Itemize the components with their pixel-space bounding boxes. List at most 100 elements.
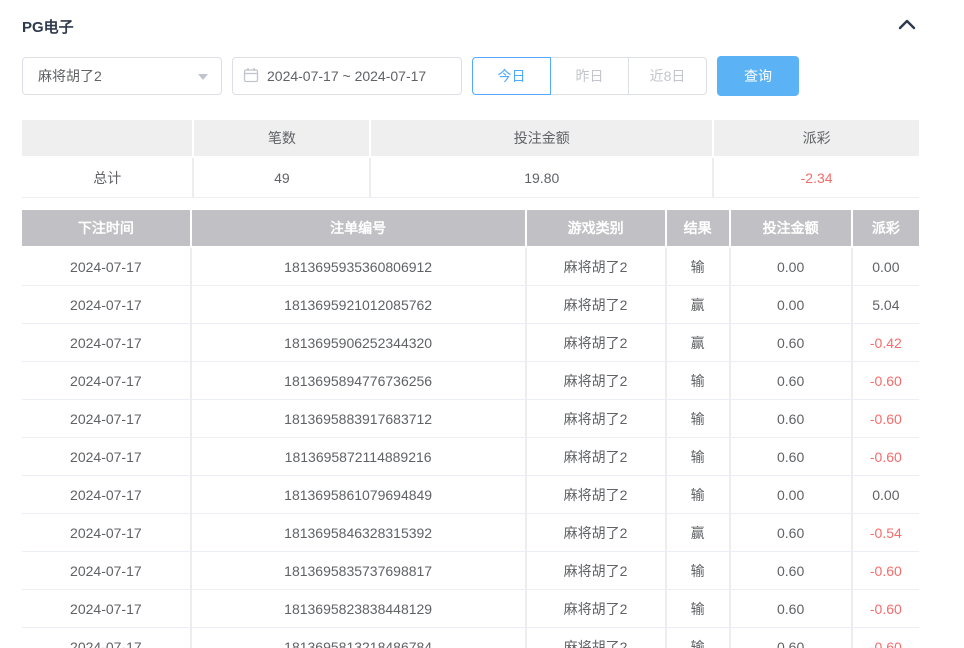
cell-bet-time: 2024-07-17 bbox=[22, 590, 190, 627]
cell-result: 输 bbox=[667, 438, 729, 475]
panel-header: PG电子 bbox=[22, 14, 919, 38]
cell-payout: -0.60 bbox=[853, 590, 919, 627]
summary-table: 笔数 投注金额 派彩 总计 49 19.80 -2.34 bbox=[22, 120, 919, 198]
records-table: 下注时间 注单编号 游戏类别 结果 投注金额 派彩 2024-07-171813… bbox=[22, 210, 919, 648]
summary-header-payout: 派彩 bbox=[714, 120, 919, 156]
records-header-payout: 派彩 bbox=[853, 210, 919, 246]
summary-total-row: 总计 49 19.80 -2.34 bbox=[22, 158, 919, 198]
cell-bet-time: 2024-07-17 bbox=[22, 400, 190, 437]
cell-order-no: 1813695935360806912 bbox=[192, 248, 525, 285]
cell-result: 输 bbox=[667, 590, 729, 627]
cell-bet-time: 2024-07-17 bbox=[22, 514, 190, 551]
cell-order-no: 1813695921012085762 bbox=[192, 286, 525, 323]
cell-bet-amount: 0.60 bbox=[731, 362, 851, 399]
cell-bet-time: 2024-07-17 bbox=[22, 324, 190, 361]
collapse-button[interactable] bbox=[895, 15, 919, 38]
table-row: 2024-07-171813695846328315392麻将胡了2赢0.60-… bbox=[22, 514, 919, 552]
cell-result: 输 bbox=[667, 362, 729, 399]
game-select[interactable]: 麻将胡了2 bbox=[22, 57, 222, 95]
cell-payout: -0.60 bbox=[853, 400, 919, 437]
cell-bet-time: 2024-07-17 bbox=[22, 286, 190, 323]
cell-bet-time: 2024-07-17 bbox=[22, 362, 190, 399]
summary-total-count: 49 bbox=[194, 158, 369, 197]
cell-bet-amount: 0.60 bbox=[731, 400, 851, 437]
pg-panel: PG电子 麻将胡了2 202 bbox=[0, 0, 964, 648]
cell-result: 输 bbox=[667, 400, 729, 437]
records-header-order-no: 注单编号 bbox=[192, 210, 525, 246]
last8days-button[interactable]: 近8日 bbox=[628, 57, 707, 95]
cell-payout: -0.54 bbox=[853, 514, 919, 551]
cell-game-type: 麻将胡了2 bbox=[527, 248, 665, 285]
search-button[interactable]: 查询 bbox=[717, 56, 799, 96]
cell-payout: -0.60 bbox=[853, 362, 919, 399]
cell-game-type: 麻将胡了2 bbox=[527, 476, 665, 513]
records-header-row: 下注时间 注单编号 游戏类别 结果 投注金额 派彩 bbox=[22, 210, 919, 246]
cell-order-no: 1813695861079694849 bbox=[192, 476, 525, 513]
summary-header-row: 笔数 投注金额 派彩 bbox=[22, 120, 919, 156]
cell-bet-amount: 0.60 bbox=[731, 590, 851, 627]
summary-total-bet-amount: 19.80 bbox=[371, 158, 712, 197]
cell-payout: -0.60 bbox=[853, 438, 919, 475]
table-row: 2024-07-171813695835737698817麻将胡了2输0.60-… bbox=[22, 552, 919, 590]
records-header-result: 结果 bbox=[667, 210, 729, 246]
cell-game-type: 麻将胡了2 bbox=[527, 362, 665, 399]
cell-bet-time: 2024-07-17 bbox=[22, 628, 190, 648]
game-select-value: 麻将胡了2 bbox=[38, 66, 102, 86]
cell-payout: -0.60 bbox=[853, 628, 919, 648]
cell-game-type: 麻将胡了2 bbox=[527, 590, 665, 627]
cell-bet-amount: 0.60 bbox=[731, 628, 851, 648]
date-range-value: 2024-07-17 ~ 2024-07-17 bbox=[267, 68, 426, 84]
cell-game-type: 麻将胡了2 bbox=[527, 628, 665, 648]
cell-bet-amount: 0.60 bbox=[731, 438, 851, 475]
table-row: 2024-07-171813695921012085762麻将胡了2赢0.005… bbox=[22, 286, 919, 324]
cell-game-type: 麻将胡了2 bbox=[527, 400, 665, 437]
summary-header-bet-amount: 投注金额 bbox=[371, 120, 712, 156]
cell-bet-time: 2024-07-17 bbox=[22, 552, 190, 589]
cell-order-no: 1813695883917683712 bbox=[192, 400, 525, 437]
cell-order-no: 1813695823838448129 bbox=[192, 590, 525, 627]
calendar-icon bbox=[243, 67, 259, 86]
summary-header-empty bbox=[22, 120, 192, 156]
cell-game-type: 麻将胡了2 bbox=[527, 552, 665, 589]
table-row: 2024-07-171813695813218486784麻将胡了2输0.60-… bbox=[22, 628, 919, 648]
cell-bet-time: 2024-07-17 bbox=[22, 476, 190, 513]
cell-bet-amount: 0.00 bbox=[731, 476, 851, 513]
page-title: PG电子 bbox=[22, 16, 74, 37]
cell-game-type: 麻将胡了2 bbox=[527, 286, 665, 323]
cell-result: 赢 bbox=[667, 286, 729, 323]
records-header-game-type: 游戏类别 bbox=[527, 210, 665, 246]
cell-result: 输 bbox=[667, 628, 729, 648]
table-row: 2024-07-171813695894776736256麻将胡了2输0.60-… bbox=[22, 362, 919, 400]
cell-bet-amount: 0.60 bbox=[731, 552, 851, 589]
filter-bar: 麻将胡了2 2024-07-17 ~ 2024-07-17 今日 昨日 近8日 … bbox=[22, 56, 919, 96]
cell-order-no: 1813695813218486784 bbox=[192, 628, 525, 648]
summary-total-label: 总计 bbox=[22, 158, 192, 197]
chevron-down-icon bbox=[197, 68, 209, 84]
date-range-input[interactable]: 2024-07-17 ~ 2024-07-17 bbox=[232, 57, 462, 95]
cell-game-type: 麻将胡了2 bbox=[527, 514, 665, 551]
cell-bet-time: 2024-07-17 bbox=[22, 438, 190, 475]
cell-payout: 0.00 bbox=[853, 476, 919, 513]
cell-bet-amount: 0.60 bbox=[731, 514, 851, 551]
table-row: 2024-07-171813695861079694849麻将胡了2输0.000… bbox=[22, 476, 919, 514]
cell-bet-amount: 0.00 bbox=[731, 248, 851, 285]
quick-filter-group: 今日 昨日 近8日 bbox=[472, 57, 707, 95]
summary-total-payout: -2.34 bbox=[714, 158, 919, 197]
cell-result: 输 bbox=[667, 476, 729, 513]
cell-order-no: 1813695872114889216 bbox=[192, 438, 525, 475]
chevron-up-icon bbox=[897, 17, 917, 36]
cell-order-no: 1813695894776736256 bbox=[192, 362, 525, 399]
cell-result: 输 bbox=[667, 248, 729, 285]
today-button[interactable]: 今日 bbox=[472, 57, 551, 95]
cell-game-type: 麻将胡了2 bbox=[527, 438, 665, 475]
cell-result: 赢 bbox=[667, 324, 729, 361]
cell-result: 赢 bbox=[667, 514, 729, 551]
table-row: 2024-07-171813695935360806912麻将胡了2输0.000… bbox=[22, 248, 919, 286]
cell-payout: -0.42 bbox=[853, 324, 919, 361]
cell-order-no: 1813695835737698817 bbox=[192, 552, 525, 589]
cell-payout: -0.60 bbox=[853, 552, 919, 589]
yesterday-button[interactable]: 昨日 bbox=[550, 57, 629, 95]
summary-header-count: 笔数 bbox=[194, 120, 369, 156]
cell-order-no: 1813695906252344320 bbox=[192, 324, 525, 361]
table-row: 2024-07-171813695906252344320麻将胡了2赢0.60-… bbox=[22, 324, 919, 362]
